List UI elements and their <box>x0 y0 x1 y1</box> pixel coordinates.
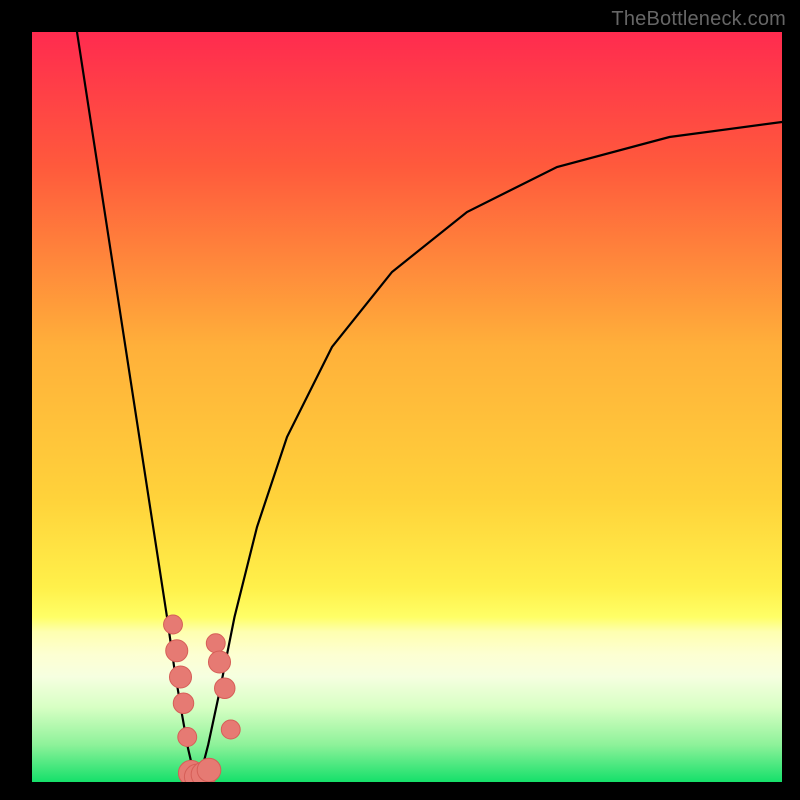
data-marker <box>178 728 197 747</box>
chart-frame: TheBottleneck.com <box>0 0 800 800</box>
gradient-background <box>32 32 782 782</box>
data-marker <box>206 634 225 653</box>
data-marker <box>169 666 191 688</box>
bottleneck-chart <box>32 32 782 782</box>
data-marker <box>221 720 240 739</box>
data-marker <box>197 758 221 782</box>
data-marker <box>215 678 235 698</box>
data-marker <box>164 615 183 634</box>
plot-area <box>32 32 782 782</box>
data-marker <box>166 640 188 662</box>
attribution-text: TheBottleneck.com <box>611 8 786 31</box>
data-marker <box>208 651 230 673</box>
data-marker <box>173 693 193 713</box>
